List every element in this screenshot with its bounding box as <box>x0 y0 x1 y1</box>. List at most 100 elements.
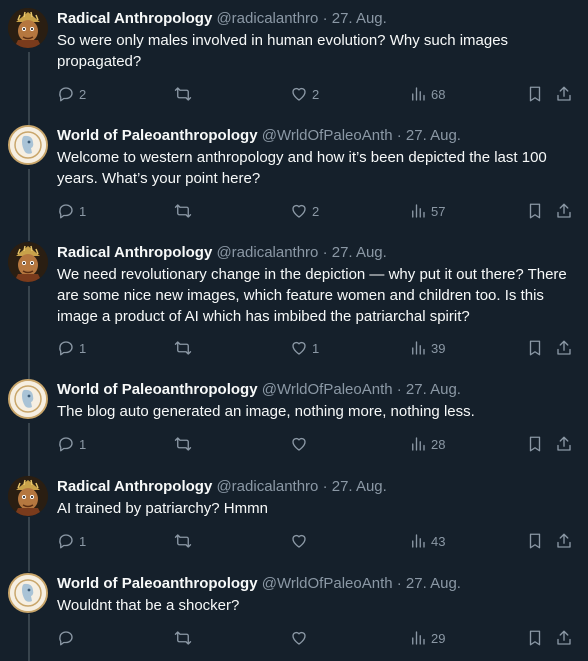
author-name[interactable]: World of Paleoanthropology <box>57 575 258 592</box>
radical-anthropology-avatar-icon <box>8 476 48 516</box>
author-handle[interactable]: @WrldOfPaleoAnth <box>262 381 393 398</box>
author-handle[interactable]: @radicalanthro <box>216 10 318 27</box>
bookmark-button[interactable] <box>526 434 544 454</box>
separator: · <box>322 478 328 495</box>
reply-count: 1 <box>79 533 87 549</box>
separator: · <box>396 575 402 592</box>
views-icon <box>412 341 425 355</box>
avatar[interactable] <box>8 476 48 516</box>
retweet-icon <box>174 437 192 451</box>
radical-anthropology-avatar-icon <box>8 242 48 282</box>
reply-icon <box>59 437 73 452</box>
like-button[interactable]: 2 <box>290 84 319 104</box>
avatar[interactable] <box>8 242 48 282</box>
share-button[interactable] <box>555 201 573 221</box>
author-handle[interactable]: @radicalanthro <box>216 244 318 261</box>
author-name[interactable]: Radical Anthropology <box>57 10 212 27</box>
tweet[interactable]: World of Paleoanthropology @WrldOfPaleoA… <box>0 371 588 467</box>
tweet-date[interactable]: 27. Aug. <box>332 478 387 495</box>
bookmark-button[interactable] <box>526 531 544 551</box>
share-button[interactable] <box>555 84 573 104</box>
retweet-button[interactable] <box>174 531 196 551</box>
bookmark-icon <box>529 533 541 549</box>
reply-button[interactable]: 2 <box>57 84 86 104</box>
bookmark-button[interactable] <box>526 338 544 358</box>
views-icon <box>412 631 425 645</box>
author-name[interactable]: World of Paleoanthropology <box>57 127 258 144</box>
views-button[interactable]: 43 <box>409 531 445 551</box>
reply-icon <box>59 631 73 646</box>
bookmark-button[interactable] <box>526 201 544 221</box>
like-count: 2 <box>312 86 320 102</box>
retweet-button[interactable] <box>174 201 196 221</box>
share-icon <box>557 630 571 645</box>
retweet-icon <box>174 341 192 355</box>
author-name[interactable]: World of Paleoanthropology <box>57 381 258 398</box>
share-icon <box>557 436 571 451</box>
bookmark-button[interactable] <box>526 84 544 104</box>
like-button[interactable]: 1 <box>290 338 319 358</box>
reply-button[interactable]: 1 <box>57 531 86 551</box>
reply-button[interactable]: 1 <box>57 338 86 358</box>
avatar[interactable] <box>8 379 48 419</box>
views-button[interactable]: 29 <box>409 628 445 648</box>
retweet-icon <box>174 87 192 101</box>
avatar[interactable] <box>8 573 48 613</box>
author-handle[interactable]: @radicalanthro <box>216 478 318 495</box>
share-button[interactable] <box>555 628 573 648</box>
tweet-date[interactable]: 27. Aug. <box>406 127 461 144</box>
like-count: 1 <box>312 340 320 356</box>
bookmark-icon <box>529 86 541 102</box>
share-button[interactable] <box>555 434 573 454</box>
bookmark-button[interactable] <box>526 628 544 648</box>
author-name[interactable]: Radical Anthropology <box>57 478 212 495</box>
reply-button[interactable] <box>57 628 79 648</box>
like-button[interactable] <box>290 434 312 454</box>
tweet[interactable]: World of Paleoanthropology @WrldOfPaleoA… <box>0 565 588 661</box>
tweet-text: We need revolutionary change in the depi… <box>57 266 567 325</box>
views-button[interactable]: 57 <box>409 201 445 221</box>
tweet-date[interactable]: 27. Aug. <box>406 381 461 398</box>
world-of-paleoanthropology-avatar-icon <box>10 127 46 163</box>
avatar[interactable] <box>8 8 48 48</box>
views-button[interactable]: 68 <box>409 84 445 104</box>
bookmark-icon <box>529 340 541 356</box>
reply-button[interactable]: 1 <box>57 201 86 221</box>
retweet-button[interactable] <box>174 434 196 454</box>
share-button[interactable] <box>555 531 573 551</box>
like-button[interactable] <box>290 628 312 648</box>
author-handle[interactable]: @WrldOfPaleoAnth <box>262 575 393 592</box>
tweet[interactable]: World of Paleoanthropology @WrldOfPaleoA… <box>0 117 588 235</box>
world-of-paleoanthropology-avatar-icon <box>10 575 46 611</box>
retweet-button[interactable] <box>174 84 196 104</box>
author-name[interactable]: Radical Anthropology <box>57 244 212 261</box>
avatar[interactable] <box>8 125 48 165</box>
tweet-header: Radical Anthropology @radicalanthro · 27… <box>57 477 577 496</box>
reply-icon <box>59 534 73 549</box>
like-button[interactable]: 2 <box>290 201 319 221</box>
views-count: 28 <box>431 436 446 452</box>
retweet-button[interactable] <box>174 338 196 358</box>
share-icon <box>557 533 571 548</box>
tweet[interactable]: Radical Anthropology @radicalanthro · 27… <box>0 468 588 564</box>
tweet-actions: 1 43 <box>57 531 582 551</box>
like-button[interactable] <box>290 531 312 551</box>
share-icon <box>557 86 571 101</box>
tweet-date[interactable]: 27. Aug. <box>406 575 461 592</box>
tweet-date[interactable]: 27. Aug. <box>332 10 387 27</box>
retweet-button[interactable] <box>174 628 196 648</box>
views-button[interactable]: 39 <box>409 338 445 358</box>
share-button[interactable] <box>555 338 573 358</box>
share-icon <box>557 340 571 355</box>
tweet[interactable]: Radical Anthropology @radicalanthro · 27… <box>0 0 588 118</box>
like-count: 2 <box>312 203 320 219</box>
separator: · <box>396 127 402 144</box>
tweet-text: AI trained by patriarchy? Hmmn <box>57 500 268 517</box>
reply-count: 2 <box>79 86 87 102</box>
tweet-header: World of Paleoanthropology @WrldOfPaleoA… <box>57 574 577 593</box>
tweet-date[interactable]: 27. Aug. <box>332 244 387 261</box>
reply-button[interactable]: 1 <box>57 434 86 454</box>
author-handle[interactable]: @WrldOfPaleoAnth <box>262 127 393 144</box>
tweet[interactable]: Radical Anthropology @radicalanthro · 27… <box>0 234 588 373</box>
views-button[interactable]: 28 <box>409 434 445 454</box>
